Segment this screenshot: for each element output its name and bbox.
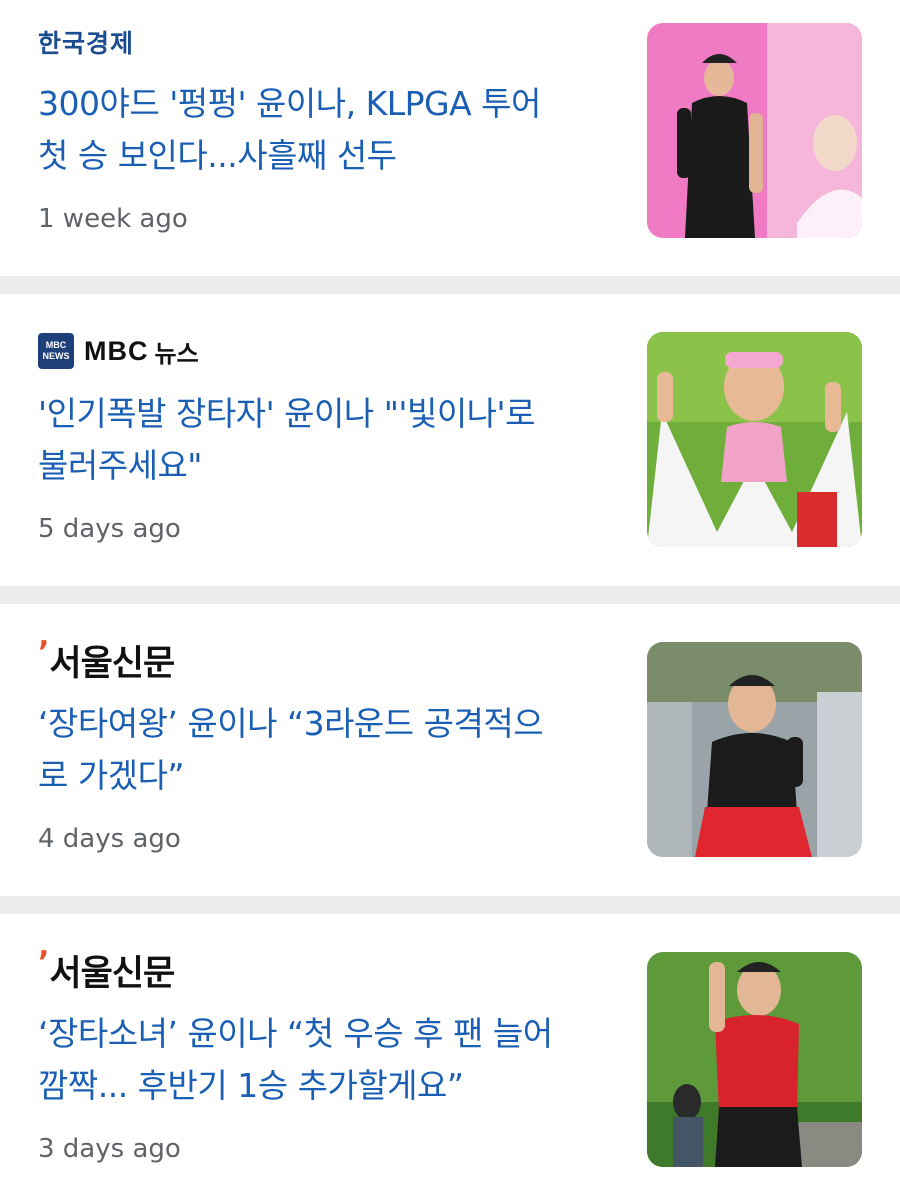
- card-separator: [0, 276, 900, 294]
- mbc-news-logo-icon: MBC NEWS: [38, 333, 74, 369]
- article-headline[interactable]: ‘장타소녀’ 윤이나 “첫 우승 후 팬 늘어 깜짝... 후반기 1승 추가할…: [38, 1008, 608, 1112]
- article-headline[interactable]: ‘장타여왕’ 윤이나 “3라운드 공격적으 로 가겠다”: [38, 698, 608, 802]
- source-logo: MBC NEWS MBC 뉴스: [38, 332, 199, 370]
- news-card[interactable]: 한국경제 300야드 '펑펑' 윤이나, KLPGA 투어 첫 승 보인다...…: [0, 0, 900, 276]
- article-thumbnail[interactable]: [647, 23, 862, 238]
- article-thumbnail[interactable]: [647, 332, 862, 547]
- card-separator: [0, 586, 900, 604]
- card-separator: [0, 896, 900, 914]
- news-card[interactable]: ’서울신문 ‘장타소녀’ 윤이나 “첫 우승 후 팬 늘어 깜짝... 후반기 …: [0, 914, 900, 1189]
- article-timestamp: 1 week ago: [38, 204, 188, 234]
- source-label: ’서울신문: [38, 634, 175, 684]
- seoul-accent-icon: ’: [38, 634, 49, 670]
- seoul-accent-icon: ’: [38, 944, 49, 980]
- article-timestamp: 3 days ago: [38, 1134, 181, 1164]
- source-label: 한국경제: [38, 29, 135, 58]
- news-card[interactable]: ’서울신문 ‘장타여왕’ 윤이나 “3라운드 공격적으 로 가겠다” 4 day…: [0, 604, 900, 896]
- article-thumbnail[interactable]: [647, 952, 862, 1167]
- source-label: ’서울신문: [38, 944, 175, 994]
- article-thumbnail[interactable]: [647, 642, 862, 857]
- news-card[interactable]: MBC NEWS MBC 뉴스 '인기폭발 장타자' 윤이나 "'빛이나'로 불…: [0, 294, 900, 586]
- article-headline[interactable]: '인기폭발 장타자' 윤이나 "'빛이나'로 불러주세요": [38, 388, 608, 492]
- article-timestamp: 5 days ago: [38, 514, 181, 544]
- article-headline[interactable]: 300야드 '펑펑' 윤이나, KLPGA 투어 첫 승 보인다...사흘째 선…: [38, 78, 608, 182]
- article-timestamp: 4 days ago: [38, 824, 181, 854]
